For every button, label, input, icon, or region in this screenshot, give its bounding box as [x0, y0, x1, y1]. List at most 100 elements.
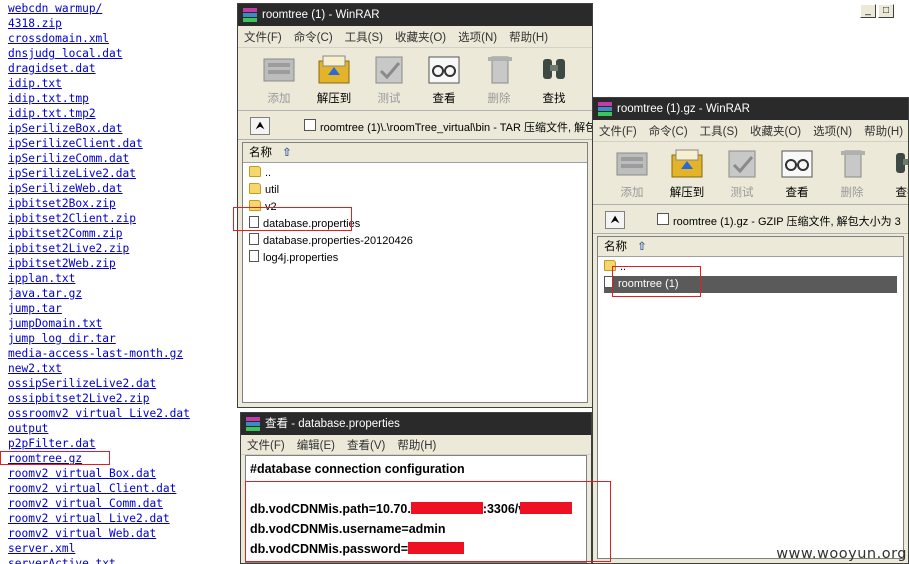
folder-row[interactable]: v2: [249, 199, 277, 216]
title-bar[interactable]: roomtree (1).gz - WinRAR: [593, 98, 908, 120]
menu-item[interactable]: 选项(N): [813, 123, 852, 139]
toolbar-button[interactable]: 查找: [527, 53, 581, 106]
menu-item[interactable]: 选项(N): [458, 29, 497, 45]
folder-row[interactable]: util: [249, 182, 279, 199]
listing-link[interactable]: roomtree.gz: [8, 451, 82, 466]
file-row[interactable]: roomtree (1): [604, 276, 897, 293]
menu-item[interactable]: 收藏夹(O): [395, 29, 446, 45]
column-header-name[interactable]: 名称 ⇧: [243, 143, 587, 163]
up-folder-button[interactable]: ⮝: [250, 117, 270, 135]
sort-arrow-icon: ⇧: [637, 241, 647, 253]
viewer-text-area[interactable]: #database connection configuration db.vo…: [245, 455, 587, 563]
listing-link[interactable]: new2.txt: [8, 361, 62, 376]
listing-link[interactable]: roomv2 virtual Client.dat: [8, 481, 176, 496]
toolbar-button-label: 添加: [267, 93, 291, 105]
listing-link[interactable]: p2pFilter.dat: [8, 436, 96, 451]
listing-link[interactable]: ossipSerilizeLive2.dat: [8, 376, 156, 391]
listing-link[interactable]: ipSerilizeLive2.dat: [8, 166, 136, 181]
listing-link[interactable]: ipbitset2Live2.zip: [8, 241, 129, 256]
title-bar[interactable]: roomtree (1) - WinRAR: [238, 4, 592, 26]
menu-item[interactable]: 编辑(E): [297, 437, 335, 453]
toolbar-button[interactable]: 解压到: [307, 53, 361, 106]
toolbar-button-label: 测试: [730, 187, 754, 199]
listing-link[interactable]: output: [8, 421, 48, 436]
listing-link[interactable]: roomv2 virtual Web.dat: [8, 526, 156, 541]
winrar-window-roomtree: roomtree (1) - WinRAR 文件(F) 命令(C) 工具(S) 收藏夹…: [237, 3, 593, 408]
toolbar-button[interactable]: 查找: [880, 147, 908, 200]
file-name: log4j.properties: [263, 252, 339, 264]
toolbar-button[interactable]: 查看: [770, 147, 824, 200]
toolbar-button[interactable]: 添加: [605, 147, 659, 200]
listing-link[interactable]: media-access-last-month.gz: [8, 346, 183, 361]
menu-item[interactable]: 命令(C): [294, 29, 333, 45]
listing-link[interactable]: ossroomv2 virtual Live2.dat: [8, 406, 190, 421]
file-name: database.properties: [263, 218, 361, 230]
listing-link[interactable]: dragidset.dat: [8, 61, 96, 76]
listing-link[interactable]: ipbitset2Client.zip: [8, 211, 136, 226]
file-row[interactable]: database.properties-20120426: [249, 233, 413, 250]
listing-link[interactable]: jump log dir.tar: [8, 331, 116, 346]
toolbar-button[interactable]: 测试: [715, 147, 769, 200]
listing-link[interactable]: ipSerilizeClient.dat: [8, 136, 143, 151]
listing-link[interactable]: roomv2 virtual Box.dat: [8, 466, 156, 481]
listing-link[interactable]: roomv2 virtual Comm.dat: [8, 496, 163, 511]
maximize-button[interactable]: □: [878, 4, 894, 18]
listing-link[interactable]: ossipbitset2Live2.zip: [8, 391, 149, 406]
menu-item[interactable]: 命令(C): [649, 123, 688, 139]
column-header-name[interactable]: 名称 ⇧: [598, 237, 903, 257]
listing-link[interactable]: webcdn warmup/: [8, 1, 102, 16]
viewer-window: 查看 - database.properties 文件(F) 编辑(E) 查看(V)…: [240, 412, 592, 564]
listing-link[interactable]: jumpDomain.txt: [8, 316, 102, 331]
listing-link[interactable]: crossdomain.xml: [8, 31, 109, 46]
file-name: util: [265, 184, 280, 196]
menu-item[interactable]: 文件(F): [244, 29, 282, 45]
toolbar-button[interactable]: 删除: [472, 53, 526, 106]
toolbar-button[interactable]: 添加: [252, 53, 306, 106]
listing-link[interactable]: serverActive.txt: [8, 556, 116, 564]
window-title: roomtree (1).gz - WinRAR: [617, 103, 750, 115]
listing-link[interactable]: idip.txt.tmp: [8, 91, 89, 106]
wizard-icon: [590, 53, 592, 87]
file-name: database.properties-20120426: [263, 235, 413, 247]
toolbar-button[interactable]: 解压到: [660, 147, 714, 200]
menu-item[interactable]: 文件(F): [599, 123, 637, 139]
menu-item[interactable]: 工具(S): [345, 29, 383, 45]
toolbar-button[interactable]: 删除: [825, 147, 879, 200]
listing-link[interactable]: idip.txt.tmp2: [8, 106, 96, 121]
up-folder-button[interactable]: ⮝: [605, 211, 625, 229]
window-title: 查看 - database.properties: [265, 418, 400, 430]
toolbar-button[interactable]: 查看: [417, 53, 471, 106]
menu-item[interactable]: 帮助(H): [864, 123, 903, 139]
folder-row[interactable]: ..: [604, 259, 626, 276]
address-text: roomtree (1)\.\roomTree_virtual\bin - TA…: [320, 122, 592, 134]
menu-item[interactable]: 工具(S): [700, 123, 738, 139]
listing-link[interactable]: jump.tar: [8, 301, 62, 316]
menu-item[interactable]: 收藏夹(O): [750, 123, 801, 139]
listing-link[interactable]: idip.txt: [8, 76, 62, 91]
listing-link[interactable]: java.tar.gz: [8, 286, 82, 301]
listing-link[interactable]: ipSerilizeComm.dat: [8, 151, 129, 166]
menu-item[interactable]: 帮助(H): [397, 437, 436, 453]
listing-link[interactable]: dnsjudg local.dat: [8, 46, 123, 61]
menu-item[interactable]: 查看(V): [347, 437, 385, 453]
listing-link[interactable]: ipplan.txt: [8, 271, 75, 286]
address-bar: ⮝ roomtree (1)\.\roomTree_virtual\bin - …: [238, 112, 592, 140]
toolbar-button[interactable]: 测试: [362, 53, 416, 106]
listing-link[interactable]: 4318.zip: [8, 16, 62, 31]
file-row[interactable]: database.properties: [249, 216, 360, 233]
listing-link[interactable]: roomv2 virtual Live2.dat: [8, 511, 170, 526]
folder-row[interactable]: ..: [249, 165, 271, 182]
address-text: roomtree (1).gz - GZIP 压缩文件, 解包大小为 3: [673, 216, 901, 228]
listing-link[interactable]: ipbitset2Comm.zip: [8, 226, 123, 241]
menu-item[interactable]: 文件(F): [247, 437, 285, 453]
minimize-button[interactable]: _: [860, 4, 876, 18]
test-icon: [723, 147, 761, 181]
listing-link[interactable]: ipbitset2Web.zip: [8, 256, 116, 271]
listing-link[interactable]: server.xml: [8, 541, 75, 556]
viewer-title-bar[interactable]: 查看 - database.properties: [241, 413, 591, 435]
listing-link[interactable]: ipSerilizeBox.dat: [8, 121, 123, 136]
listing-link[interactable]: ipSerilizeWeb.dat: [8, 181, 123, 196]
menu-item[interactable]: 帮助(H): [509, 29, 548, 45]
file-row[interactable]: log4j.properties: [249, 250, 338, 267]
listing-link[interactable]: ipbitset2Box.zip: [8, 196, 116, 211]
